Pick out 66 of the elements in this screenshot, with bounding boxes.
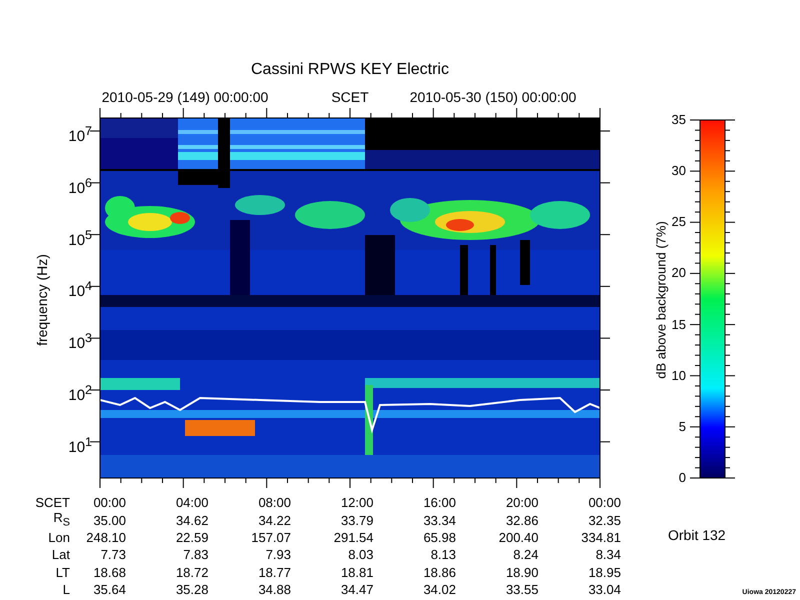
table-cell: 33.04 xyxy=(588,582,621,598)
tick-label: 10$^{5}$ xyxy=(67,226,92,251)
table-cell: 32.86 xyxy=(506,512,538,528)
table-cell: 32.35 xyxy=(588,512,621,528)
table-cell: 12:00 xyxy=(340,495,374,510)
table-cell: 34.02 xyxy=(423,582,456,598)
table-cell: 18.95 xyxy=(588,564,621,580)
table-cell: 8.03 xyxy=(348,547,374,562)
tick-label: 10$^{6}$ xyxy=(67,174,92,199)
table-cell: 18.77 xyxy=(258,564,291,580)
table-cell: 200.40 xyxy=(498,530,538,545)
tick-label: 5 xyxy=(678,418,686,435)
table-cell: 8.24 xyxy=(513,547,538,562)
table-cell: 33.34 xyxy=(423,512,456,528)
row-label: LT xyxy=(56,564,71,580)
table-cell: 33.55 xyxy=(506,582,538,598)
table-cell: 7.73 xyxy=(100,547,126,562)
table-cell: 18.90 xyxy=(506,564,538,580)
table-cell: 8.13 xyxy=(430,547,456,562)
tick-label: 10$^{3}$ xyxy=(67,330,92,354)
table-cell: 00:00 xyxy=(93,495,126,510)
table-cell: 65.98 xyxy=(423,530,456,545)
row-label: Lat xyxy=(52,547,71,562)
table-cell: 34.62 xyxy=(176,512,208,528)
table-cell: 8.34 xyxy=(596,547,621,562)
table-cell: 18.81 xyxy=(340,564,374,580)
orbit-label: Orbit 132 xyxy=(668,527,726,543)
tick-label: 10$^{2}$ xyxy=(67,382,92,406)
table-cell: 16:00 xyxy=(423,495,456,510)
plot-title: Cassini RPWS KEY Electric xyxy=(250,61,450,79)
table-cell: 7.93 xyxy=(266,547,291,562)
table-cell: 08:00 xyxy=(258,495,291,510)
table-cell: 20:00 xyxy=(506,495,538,510)
table-cell: 18.68 xyxy=(93,564,126,580)
tick-label: 30 xyxy=(670,163,686,180)
tick-label: 10$^{1}$ xyxy=(67,434,92,458)
tick-label: 0 xyxy=(678,470,686,486)
table-cell: 18.72 xyxy=(176,564,208,580)
table-cell: 22.59 xyxy=(176,530,208,545)
table-cell: 157.07 xyxy=(251,530,291,545)
table-cell: 35.64 xyxy=(93,582,126,598)
row-label: Lon xyxy=(48,530,71,545)
row-label: SCET xyxy=(35,495,71,510)
table-cell: 34.22 xyxy=(258,512,291,528)
table-cell: 248.10 xyxy=(86,530,126,545)
table-cell: 334.81 xyxy=(581,530,621,545)
axis-title: dB above background (7%) xyxy=(654,221,668,379)
table-cell: 7.83 xyxy=(183,547,208,562)
table-cell: 18.86 xyxy=(423,564,456,580)
table-cell: 34.47 xyxy=(340,582,374,598)
table-cell: 35.28 xyxy=(176,582,208,598)
row-label: R$_{S}$ xyxy=(53,510,71,530)
time-axis-label: SCET xyxy=(331,89,369,105)
table-cell: 34.88 xyxy=(258,582,291,598)
table-cell: 33.79 xyxy=(340,512,374,528)
table-cell: 04:00 xyxy=(176,495,208,510)
row-label: L xyxy=(62,582,71,598)
tick-label: 10$^{7}$ xyxy=(67,123,92,147)
time-axis-label: 2010-05-30 (150) 00:00:00 xyxy=(410,89,576,105)
axis-title: frequency (Hz) xyxy=(34,254,50,346)
table-cell: 291.54 xyxy=(334,530,374,545)
time-axis-label: 2010-05-29 (149) 00:00:00 xyxy=(102,89,268,105)
tick-label: 10$^{4}$ xyxy=(67,278,92,302)
table-cell: 00:00 xyxy=(588,495,621,510)
tick-label: 35 xyxy=(670,112,686,128)
table-cell: 35.00 xyxy=(93,512,126,528)
